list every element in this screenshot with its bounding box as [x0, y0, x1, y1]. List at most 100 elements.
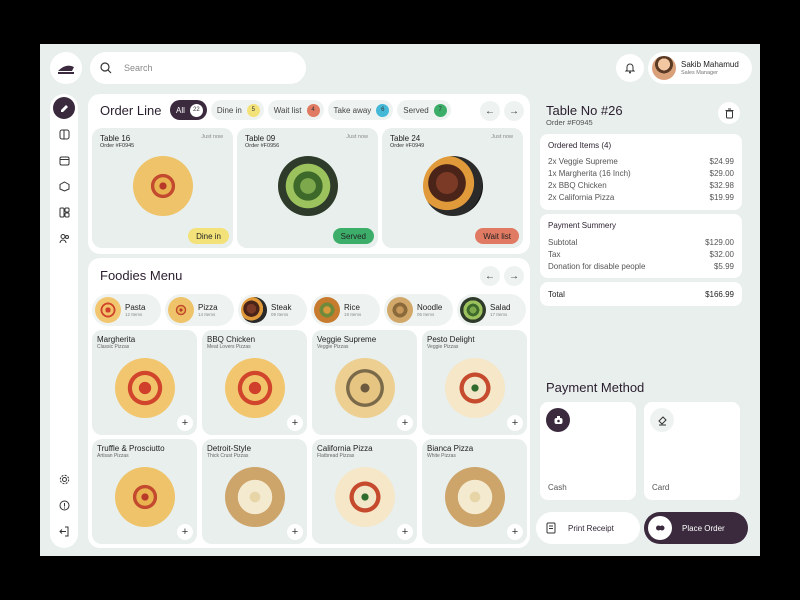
category-name: Pizza — [198, 303, 218, 312]
dashboard-icon — [59, 207, 69, 217]
category-pasta[interactable]: Pasta 12 Items — [92, 294, 161, 326]
menu-item-name: Bianca Pizza — [427, 444, 474, 453]
filter-dine-in[interactable]: Dine in 5 — [210, 100, 264, 120]
menu-item-category: Flatbread Pizzas — [317, 453, 355, 459]
menu-item-card[interactable]: Truffle & Prosciutto Artisan Pizzas + — [92, 439, 197, 544]
filter-served[interactable]: Served 7 — [397, 100, 451, 120]
menu-item-card[interactable]: Margherita Classic Pizzas + — [92, 330, 197, 435]
payment-label: Card — [652, 483, 670, 492]
sidebar-item-tables[interactable] — [53, 123, 75, 145]
category-name: Steak — [271, 303, 292, 312]
filter-all[interactable]: All 22 — [170, 100, 207, 120]
ordered-item: 2x Veggie Supreme $24.99 — [548, 157, 734, 166]
logo-icon — [58, 65, 74, 74]
sidebar-item-info[interactable] — [53, 494, 75, 516]
order-time: Just now — [346, 134, 368, 140]
category-name: Pasta — [125, 303, 146, 312]
sidebar-item-settings[interactable] — [53, 468, 75, 490]
order-icon — [648, 516, 672, 540]
pos-app: Search Sakib Mahamud Sales Manager Order… — [40, 44, 760, 556]
add-button[interactable]: + — [507, 415, 523, 431]
order-card[interactable]: Table 09 Order #F0956 Just now Served — [237, 128, 378, 248]
delete-order-button[interactable] — [718, 102, 740, 124]
add-button[interactable]: + — [507, 524, 523, 540]
ordered-item: 1x Margherita (16 Inch) $29.00 — [548, 169, 734, 178]
filter-label: All — [176, 105, 185, 115]
calendar-icon — [59, 156, 69, 165]
category-salad[interactable]: Salad 17 Items — [457, 294, 526, 326]
order-number: Order #F0945 — [100, 143, 135, 149]
filter-count: 22 — [189, 103, 203, 117]
payment-cash[interactable]: Cash — [540, 402, 636, 500]
search-bar[interactable]: Search — [90, 52, 306, 84]
payment-card[interactable]: Card — [644, 402, 740, 500]
search-input[interactable]: Search — [124, 63, 153, 73]
add-button[interactable]: + — [287, 524, 303, 540]
arrow-right-icon[interactable]: → — [504, 101, 524, 121]
order-nav: ← → — [480, 101, 524, 121]
add-button[interactable]: + — [177, 524, 193, 540]
trash-icon — [725, 108, 733, 118]
order-card[interactable]: Table 16 Order #F0945 Just now Dine in — [92, 128, 233, 248]
add-button[interactable]: + — [177, 415, 193, 431]
sidebar-item-dashboard[interactable] — [53, 201, 75, 223]
category-image — [95, 297, 121, 323]
place-order-button[interactable]: Place Order — [644, 512, 748, 544]
status-badge: Served — [332, 228, 374, 244]
sidebar-item-logout[interactable] — [53, 520, 75, 542]
category-pizza[interactable]: Pizza 14 Items — [165, 294, 234, 326]
table-title: Table No #26 — [546, 103, 623, 118]
category-noodle[interactable]: Noodle 05 Items — [384, 294, 453, 326]
arrow-right-icon[interactable]: → — [504, 266, 524, 286]
filter-take-away[interactable]: Take away 6 — [327, 100, 394, 120]
arrow-left-icon[interactable]: ← — [480, 266, 500, 286]
filter-wait-list[interactable]: Wait list 4 — [267, 100, 324, 120]
summary-row: Tax $32.00 — [548, 250, 734, 259]
category-count: 19 Items — [344, 312, 362, 317]
category-rice[interactable]: Rice 19 Items — [311, 294, 380, 326]
sidebar-item-calendar[interactable] — [53, 149, 75, 171]
add-button[interactable]: + — [397, 524, 413, 540]
summary-label: Subtotal — [548, 238, 578, 247]
menu-item-card[interactable]: BBQ Chicken Meat Lovers Pizzas + — [202, 330, 307, 435]
order-line-panel: Order Line All 22 Dine in 5 Wait list 4 Tak… — [88, 94, 530, 254]
item-price: $32.98 — [709, 181, 734, 190]
filter-count: 6 — [376, 103, 390, 117]
print-receipt-button[interactable]: Print Receipt — [536, 512, 640, 544]
sidebar-item-menu[interactable] — [53, 175, 75, 197]
logo[interactable] — [50, 52, 82, 84]
menu-item-card[interactable]: Detroit-Style Thick Crust Pizzas + — [202, 439, 307, 544]
order-number: Order #F0949 — [390, 143, 425, 149]
add-button[interactable]: + — [397, 415, 413, 431]
filter-label: Served — [403, 105, 429, 115]
menu-item-card[interactable]: California Pizza Flatbread Pizzas + — [312, 439, 417, 544]
sidebar-item-orders[interactable] — [53, 97, 75, 119]
item-qty: 1x — [548, 169, 557, 178]
table-order-panel: Table No #26 Order #F0945 Ordered Items … — [534, 94, 748, 364]
summary-value: $32.00 — [709, 250, 734, 259]
menu-item-card[interactable]: Veggie Supreme Veggie Pizzas + — [312, 330, 417, 435]
layout-icon — [59, 129, 69, 139]
arrow-left-icon[interactable]: ← — [480, 101, 500, 121]
filter-count: 5 — [246, 103, 260, 117]
category-list: Pasta 12 Items Pizza 14 Items Steak 09 Item… — [92, 294, 526, 326]
menu-item-name: BBQ Chicken — [207, 335, 256, 344]
menu-item-card[interactable]: Pesto Delight Veggie Pizzas + — [422, 330, 527, 435]
menu-item-image — [445, 358, 505, 418]
user-profile[interactable]: Sakib Mahamud Sales Manager — [648, 52, 752, 84]
add-button[interactable]: + — [287, 415, 303, 431]
foodies-menu-title: Foodies Menu — [100, 268, 183, 283]
payment-label: Cash — [548, 483, 567, 492]
menu-item-category: Thick Crust Pizzas — [207, 453, 249, 459]
notification-button[interactable] — [616, 54, 644, 82]
menu-item-card[interactable]: Bianca Pizza White Pizzas + — [422, 439, 527, 544]
sidebar-item-users[interactable] — [53, 227, 75, 249]
category-steak[interactable]: Steak 09 Items — [238, 294, 307, 326]
menu-item-category: Veggie Pizzas — [427, 344, 459, 350]
summary-value: $5.99 — [713, 262, 734, 271]
menu-item-name: Veggie Supreme — [317, 335, 377, 344]
menu-item-name: California Pizza — [317, 444, 373, 453]
print-receipt-label: Print Receipt — [568, 523, 614, 533]
order-card[interactable]: Table 24 Order #F0949 Just now Wait list — [382, 128, 523, 248]
user-name: Sakib Mahamud — [681, 60, 739, 69]
